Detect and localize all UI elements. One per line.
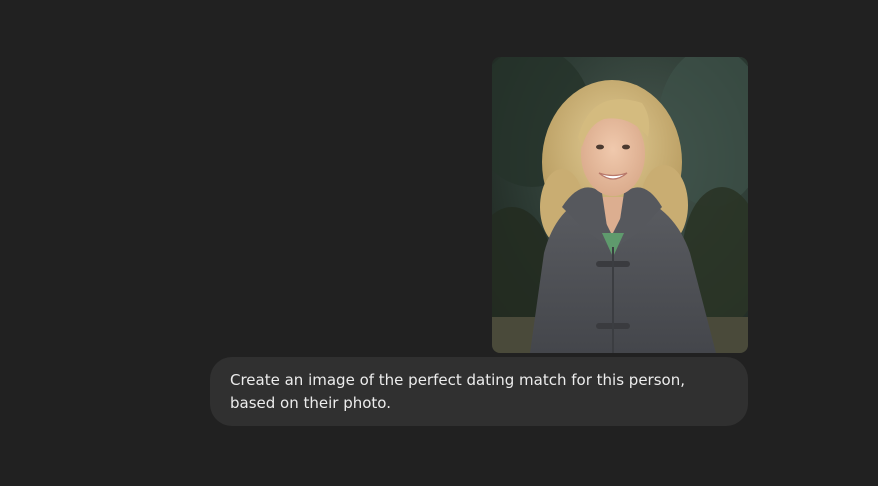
chat-area: Create an image of the perfect dating ma… — [0, 0, 878, 486]
portrait-image — [492, 57, 748, 353]
attached-photo[interactable] — [492, 57, 748, 353]
user-message-bubble: Create an image of the perfect dating ma… — [210, 357, 748, 426]
user-message-text: Create an image of the perfect dating ma… — [230, 371, 685, 412]
user-message-turn: Create an image of the perfect dating ma… — [210, 57, 748, 426]
